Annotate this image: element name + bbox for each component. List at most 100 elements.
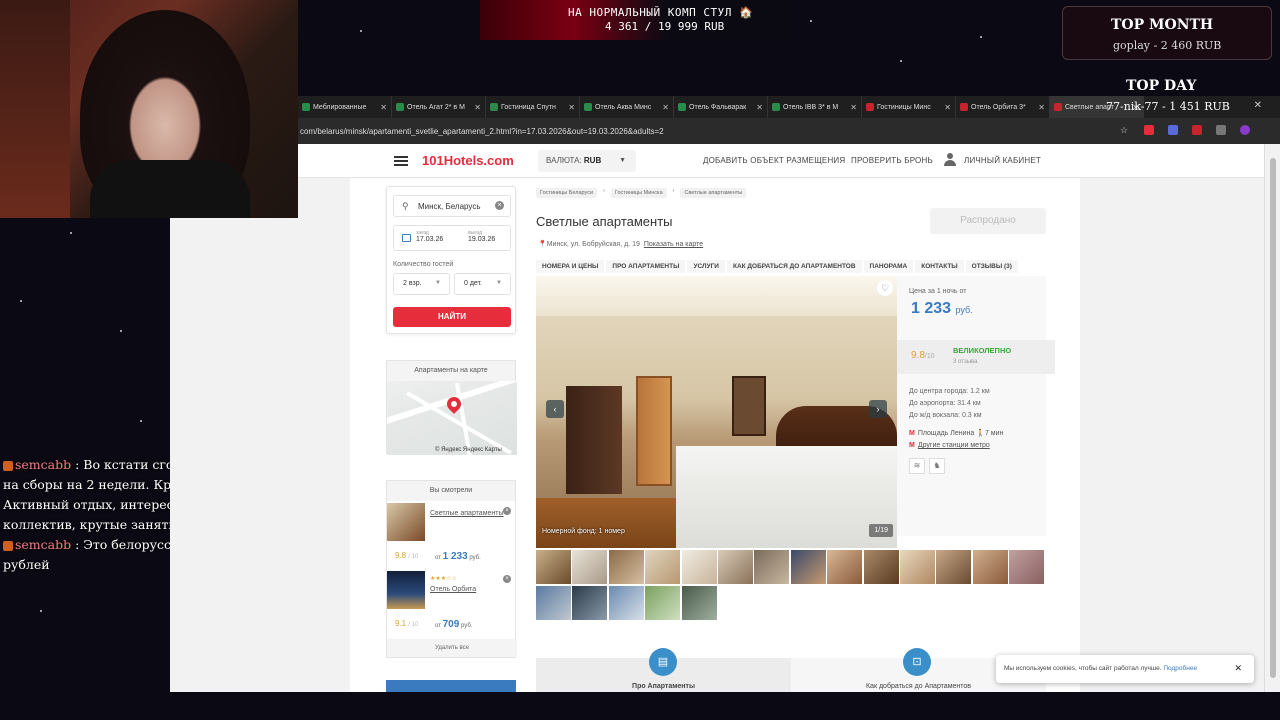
list-item[interactable]: ★★★☆☆ Отель Орбита × 9.1 / 10 от 709 руб… bbox=[387, 571, 517, 639]
browser-tab[interactable]: Отель Агат 2* в М ✕ bbox=[392, 96, 486, 118]
clear-icon[interactable]: × bbox=[495, 201, 504, 210]
wifi-icon[interactable] bbox=[1168, 125, 1178, 135]
sold-out-button[interactable]: Распродано bbox=[930, 208, 1046, 234]
close-icon[interactable]: ✕ bbox=[850, 103, 857, 112]
browser-tab[interactable]: Меблированные ✕ bbox=[298, 96, 392, 118]
account-link[interactable]: ЛИЧНЫЙ КАБИНЕТ bbox=[964, 156, 1041, 165]
puzzle-icon[interactable] bbox=[1216, 125, 1226, 135]
photo-thumbnail[interactable] bbox=[681, 550, 717, 584]
browser-window: Меблированные ✕ Отель Агат 2* в М ✕ Гостиниц… bbox=[298, 96, 1280, 692]
main-photo[interactable]: ♡ ‹ › Номерной фонд: 1 номер 1/19 bbox=[536, 276, 897, 548]
close-icon[interactable]: ✕ bbox=[568, 103, 575, 112]
map-image[interactable]: © Яндекс Яндекс Карты bbox=[387, 381, 517, 455]
show-on-map-link[interactable]: Показать на карте bbox=[644, 241, 703, 248]
photo-thumbnail[interactable] bbox=[572, 586, 608, 620]
children-select[interactable]: 0 дет. ▼ bbox=[454, 273, 511, 295]
other-metro-link[interactable]: Другие станции метро bbox=[918, 442, 990, 449]
photo-thumbnail[interactable] bbox=[645, 586, 681, 620]
site-logo[interactable]: 101Hotels.com bbox=[422, 153, 514, 168]
tab-3[interactable]: КАК ДОБРАТЬСЯ ДО АПАРТАМЕНТОВ bbox=[726, 260, 862, 273]
breadcrumb-item[interactable]: Гостиницы Минска bbox=[610, 188, 667, 198]
location-input[interactable]: ⚲ Минск, Беларусь × bbox=[393, 195, 511, 217]
checkin-field[interactable]: заезд 17.03.26 bbox=[394, 226, 458, 250]
tab-1[interactable]: ПРО АПАРТАМЕНТЫ bbox=[606, 260, 686, 273]
star-icon[interactable]: ☆ bbox=[1120, 125, 1130, 135]
list-item[interactable]: Светлые апартаменты × 9.8 / 10 от 1 233 … bbox=[387, 503, 517, 571]
photo-thumbnail[interactable] bbox=[536, 586, 571, 620]
close-icon[interactable]: ✕ bbox=[944, 103, 951, 112]
chevron-right-icon[interactable]: › bbox=[869, 400, 887, 418]
cookie-more-link[interactable]: Подробнее bbox=[1163, 665, 1197, 672]
close-icon[interactable]: ✕ bbox=[662, 103, 669, 112]
close-icon[interactable]: ✕ bbox=[1254, 100, 1262, 111]
photo-thumbnail[interactable] bbox=[790, 550, 826, 584]
browser-tab[interactable]: Отель Аква Минс ✕ bbox=[580, 96, 674, 118]
photo-thumbnail[interactable] bbox=[754, 550, 790, 584]
photo-thumbnail[interactable] bbox=[681, 586, 717, 620]
address-bar[interactable]: com/belarus/minsk/apartamenti_svetlie_ap… bbox=[298, 118, 1280, 144]
photo-thumbnail[interactable] bbox=[608, 550, 644, 584]
webcam-overlay bbox=[0, 0, 298, 218]
check-booking-link[interactable]: ПРОВЕРИТЬ БРОНЬ bbox=[851, 156, 933, 165]
photo-thumbnail[interactable] bbox=[900, 550, 935, 584]
browser-tab[interactable]: Отель IBB 3* в М ✕ bbox=[768, 96, 862, 118]
close-icon[interactable]: ✕ bbox=[474, 103, 481, 112]
photo-thumbnail[interactable] bbox=[936, 550, 972, 584]
document-icon[interactable]: ▤ bbox=[649, 648, 677, 676]
close-icon[interactable]: ✕ bbox=[1038, 103, 1045, 112]
breadcrumb-item[interactable]: Гостиницы Беларуси bbox=[536, 188, 598, 198]
cookie-banner: Мы используем cookies, чтобы сайт работа… bbox=[996, 655, 1254, 683]
remove-icon[interactable]: × bbox=[503, 507, 511, 515]
extension-icon[interactable] bbox=[1192, 125, 1202, 135]
rating-box[interactable]: 9.8/10 ВЕЛИКОЛЕПНО 3 отзыва bbox=[897, 340, 1055, 374]
map-card[interactable]: Апартаменты на карте © Яндекс Яндекс Кар… bbox=[386, 360, 517, 455]
viewed-name[interactable]: Отель Орбита bbox=[430, 585, 476, 595]
walk-icon: 🚶 bbox=[976, 430, 985, 437]
photo-thumbnail[interactable] bbox=[536, 550, 571, 584]
viewed-name[interactable]: Светлые апартаменты bbox=[430, 509, 504, 519]
close-icon[interactable]: ✕ bbox=[380, 103, 387, 112]
close-icon[interactable]: ✕ bbox=[756, 103, 763, 112]
tab-5[interactable]: КОНТАКТЫ bbox=[915, 260, 964, 273]
search-icon: ⚲ bbox=[402, 201, 409, 211]
photo-thumbnail[interactable] bbox=[827, 550, 863, 584]
tab-0[interactable]: НОМЕРА И ЦЕНЫ bbox=[536, 260, 605, 273]
add-property-link[interactable]: ДОБАВИТЬ ОБЪЕКТ РАЗМЕЩЕНИЯ bbox=[703, 156, 845, 165]
chevron-left-icon[interactable]: ‹ bbox=[546, 400, 564, 418]
tab-6[interactable]: ОТЗЫВЫ (3) bbox=[965, 260, 1018, 273]
search-button[interactable]: НАЙТИ bbox=[393, 307, 511, 327]
photo-thumbnail[interactable] bbox=[608, 586, 644, 620]
browser-tab[interactable]: Отель Фальварак ✕ bbox=[674, 96, 768, 118]
photo-thumbnail[interactable] bbox=[863, 550, 899, 584]
viewed-price: от 1 233 руб. bbox=[435, 551, 481, 562]
browser-tab[interactable]: Гостиница Спутн ✕ bbox=[486, 96, 580, 118]
hotel-thumbnail[interactable] bbox=[387, 503, 425, 541]
clear-all-button[interactable]: Удалить все bbox=[387, 639, 517, 657]
bus-icon[interactable]: ⊡ bbox=[903, 648, 931, 676]
avatar[interactable] bbox=[1240, 125, 1250, 135]
url-text[interactable]: com/belarus/minsk/apartamenti_svetlie_ap… bbox=[298, 127, 664, 136]
scrollbar[interactable] bbox=[1264, 144, 1280, 692]
browser-tab[interactable]: Отель Орбита 3* ✕ bbox=[956, 96, 1050, 118]
tab-4[interactable]: ПАНОРАМА bbox=[863, 260, 914, 273]
tab-2[interactable]: УСЛУГИ bbox=[687, 260, 725, 273]
reviews-count[interactable]: 3 отзыва bbox=[953, 359, 977, 365]
menu-icon[interactable] bbox=[394, 156, 408, 166]
photo-thumbnail[interactable] bbox=[1009, 550, 1045, 584]
remove-icon[interactable]: × bbox=[503, 575, 511, 583]
hotel-thumbnail[interactable] bbox=[387, 571, 425, 609]
youtube-icon[interactable] bbox=[1144, 125, 1154, 135]
close-icon[interactable]: ✕ bbox=[1234, 663, 1242, 674]
photo-thumbnail[interactable] bbox=[645, 550, 681, 584]
user-icon[interactable] bbox=[944, 153, 956, 167]
heart-icon[interactable]: ♡ bbox=[877, 280, 893, 296]
browser-tab[interactable]: Гостиницы Минс ✕ bbox=[862, 96, 956, 118]
adults-select[interactable]: 2 взр. ▼ bbox=[393, 273, 450, 295]
photo-thumbnail[interactable] bbox=[718, 550, 753, 584]
checkout-field[interactable]: выезд 19.03.26 bbox=[458, 226, 510, 250]
photo-thumbnail[interactable] bbox=[572, 550, 608, 584]
info-sections: ▤ Про Апартаменты ⊡ Как добраться до Апа… bbox=[536, 648, 1046, 692]
photo-thumbnail[interactable] bbox=[972, 550, 1008, 584]
currency-selector[interactable]: ВАЛЮТА: RUB ▼ bbox=[538, 150, 636, 172]
date-range-input[interactable]: заезд 17.03.26 выезд 19.03.26 bbox=[393, 225, 511, 251]
